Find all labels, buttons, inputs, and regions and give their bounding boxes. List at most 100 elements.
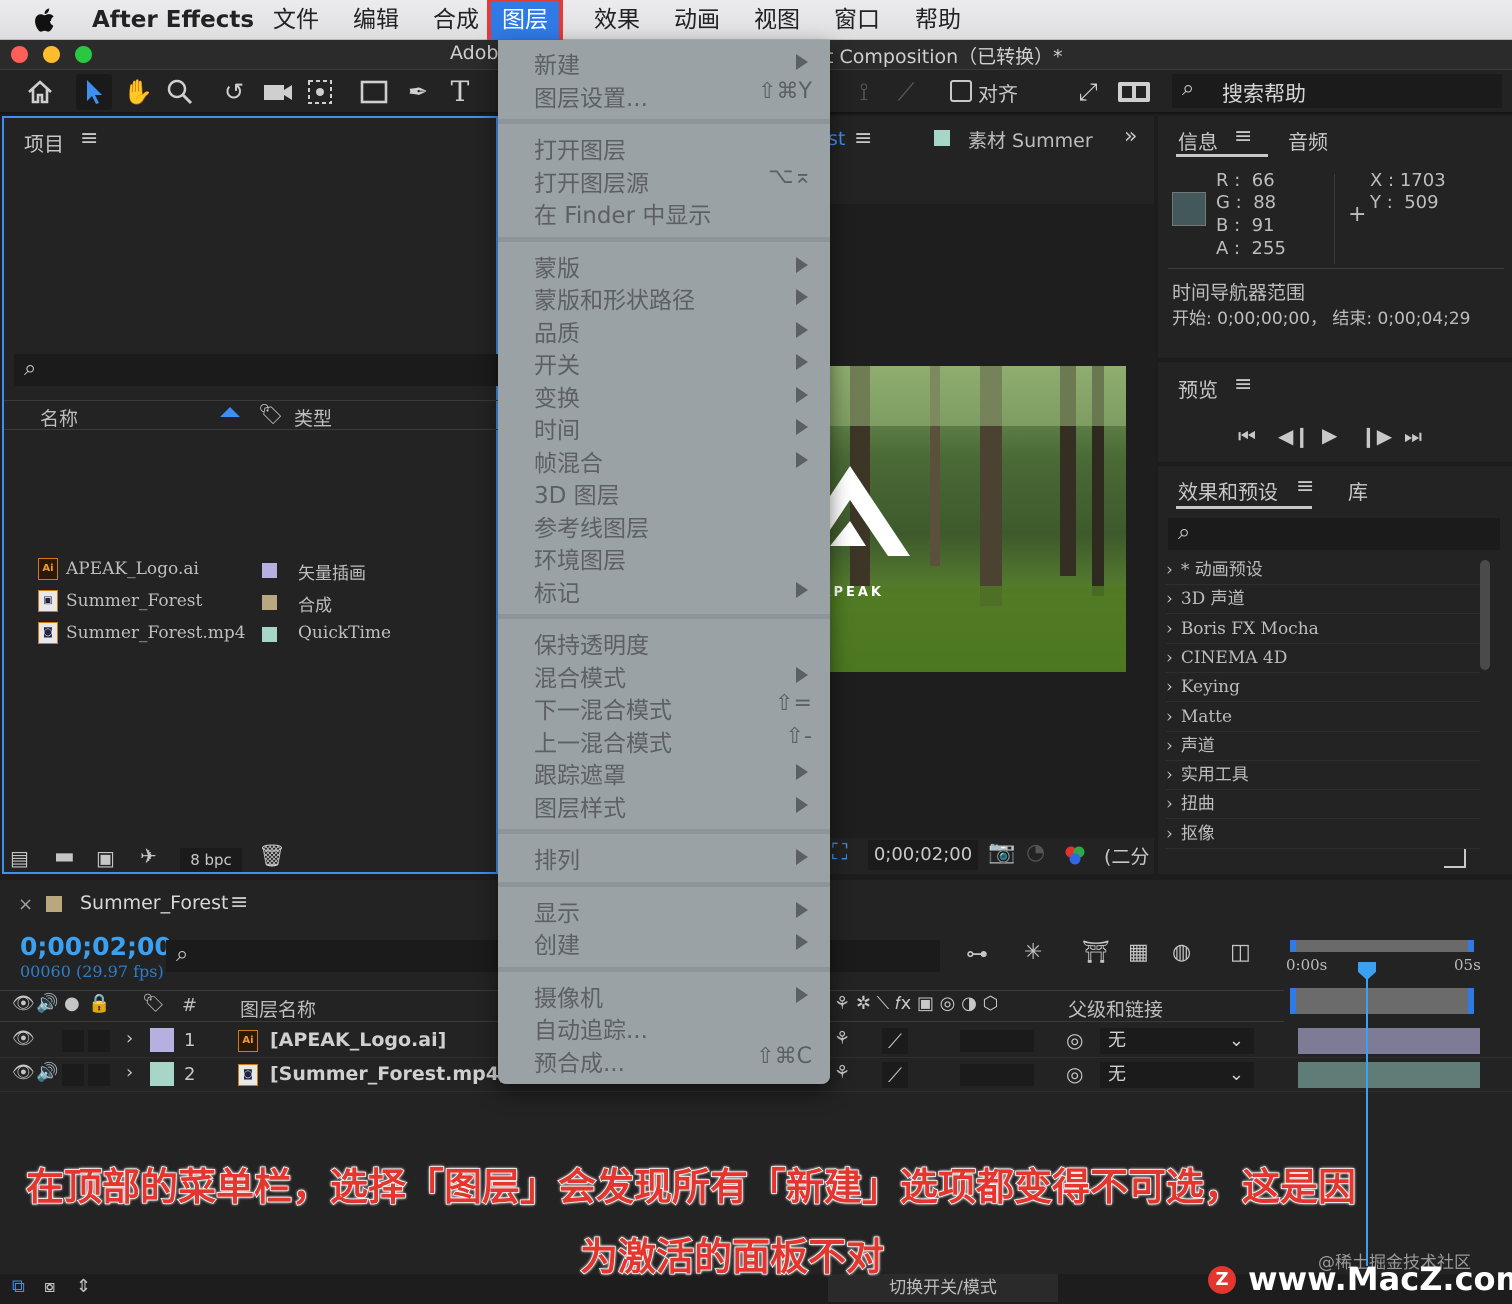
- layer-menu-item[interactable]: 参考线图层: [498, 509, 830, 542]
- layer-menu-item[interactable]: 在 Finder 中显示: [498, 196, 830, 229]
- camera-tool-icon[interactable]: [260, 74, 296, 110]
- expand-icon[interactable]: ⤢: [1070, 74, 1106, 110]
- effects-category-item[interactable]: › 3D 声道: [1166, 585, 1480, 615]
- work-area-bar[interactable]: [1290, 940, 1474, 952]
- draft-3d-icon[interactable]: ✳: [1024, 940, 1042, 965]
- panel-menu-icon[interactable]: ≡: [230, 890, 248, 915]
- label-swatch[interactable]: [262, 595, 277, 610]
- close-tab-icon[interactable]: ×: [18, 894, 33, 915]
- layer-menu-item[interactable]: 蒙版和形状路径: [498, 281, 830, 314]
- layer-menu-item[interactable]: 开关: [498, 346, 830, 379]
- eye-icon[interactable]: 👁: [12, 1028, 35, 1049]
- parent-dropdown[interactable]: 无 ⌄: [1100, 1062, 1254, 1088]
- timeline-comp-tab[interactable]: Summer_Forest: [80, 892, 228, 914]
- switch-slot[interactable]: [960, 1030, 1034, 1052]
- layer-menu-item[interactable]: 打开图层: [498, 131, 830, 164]
- layer-menu-item[interactable]: 图层样式: [498, 789, 830, 822]
- effects-category-item[interactable]: › CINEMA 4D: [1166, 644, 1480, 673]
- layer-name[interactable]: [APEAK_Logo.ai]: [270, 1029, 446, 1051]
- pen-tool-icon[interactable]: ✒: [400, 74, 436, 110]
- new-preset-icon[interactable]: [1444, 848, 1466, 868]
- effects-category-item[interactable]: › Boris FX Mocha: [1166, 615, 1480, 644]
- zoom-tool-icon[interactable]: [162, 74, 198, 110]
- shy-switch-icon[interactable]: ⚘: [834, 1028, 850, 1049]
- layer-menu-item[interactable]: 创建: [498, 926, 830, 959]
- home-icon[interactable]: [22, 74, 58, 110]
- effects-search-input[interactable]: ⌕: [1168, 518, 1500, 550]
- effects-category-item[interactable]: › Matte: [1166, 703, 1480, 732]
- panel-menu-icon[interactable]: ≡: [1234, 372, 1252, 397]
- project-item[interactable]: ▣ Summer_Forest 合成: [8, 586, 502, 618]
- more-tabs-icon[interactable]: »: [1124, 124, 1137, 149]
- layer-dropdown-menu[interactable]: 新建 图层设置... ⇧⌘Y 打开图层 打开图层源 ⌥⌅ 在 Finder 中显示 蒙版 蒙版和…: [498, 40, 830, 1084]
- quality-switch[interactable]: ⟋: [882, 1062, 908, 1088]
- next-frame-icon[interactable]: ❙▶: [1360, 424, 1392, 448]
- label-swatch[interactable]: [262, 627, 277, 642]
- expand-chevron-icon[interactable]: ›: [126, 1028, 133, 1049]
- bit-depth-button[interactable]: 8 bpc: [180, 848, 242, 872]
- menu-edit[interactable]: 编辑: [353, 0, 399, 40]
- menu-composition[interactable]: 合成: [433, 0, 479, 40]
- project-item[interactable]: Ai APEAK_Logo.ai 矢量插画: [8, 554, 502, 586]
- viewer-timecode[interactable]: 0;00;02;00: [868, 840, 978, 870]
- menu-layer[interactable]: 图层: [487, 0, 563, 43]
- snapping-checkbox[interactable]: [950, 80, 972, 102]
- layer-menu-item[interactable]: 排列: [498, 841, 830, 874]
- menu-app-name[interactable]: After Effects: [92, 0, 254, 40]
- effects-category-item[interactable]: › 扭曲: [1166, 790, 1480, 820]
- expand-chevron-icon[interactable]: ›: [126, 1062, 133, 1083]
- timeline-timecode[interactable]: 0;00;02;00: [20, 932, 172, 961]
- layer-menu-item[interactable]: 显示: [498, 894, 830, 927]
- pick-whip-icon[interactable]: ◎: [1066, 1028, 1083, 1052]
- layer-menu-item[interactable]: 帧混合: [498, 444, 830, 477]
- rotate-tool-icon[interactable]: ↺: [216, 74, 252, 110]
- workspace-icon[interactable]: [1116, 74, 1152, 110]
- previous-frame-icon[interactable]: ◀❙: [1278, 424, 1310, 448]
- panel-menu-icon[interactable]: ≡: [854, 126, 872, 151]
- panel-menu-icon[interactable]: ≡: [1234, 124, 1252, 149]
- project-panel-title[interactable]: 项目: [24, 128, 64, 157]
- effects-category-item[interactable]: › Keying: [1166, 673, 1480, 703]
- transfer-controls-icon[interactable]: ⧇: [44, 1276, 55, 1297]
- zoom-window-button[interactable]: [75, 46, 92, 63]
- menu-file[interactable]: 文件: [273, 0, 319, 40]
- quality-switch[interactable]: ⟋: [882, 1028, 908, 1054]
- selection-tool-icon[interactable]: [76, 74, 112, 110]
- play-icon[interactable]: ▶: [1322, 423, 1337, 447]
- close-window-button[interactable]: [11, 46, 28, 63]
- effects-category-item[interactable]: › 实用工具: [1166, 761, 1480, 791]
- work-area-range[interactable]: [1290, 988, 1474, 1014]
- frame-blending-icon[interactable]: ▦: [1128, 940, 1149, 965]
- lock-toggle[interactable]: [88, 1030, 110, 1052]
- layer-label-swatch[interactable]: [150, 1062, 174, 1086]
- menu-help[interactable]: 帮助: [915, 0, 961, 40]
- layer-menu-item[interactable]: 打开图层源 ⌥⌅: [498, 164, 830, 197]
- speaker-icon[interactable]: 🔊: [36, 1062, 58, 1083]
- minimize-window-button[interactable]: [43, 46, 60, 63]
- resolution-dropdown[interactable]: (二分: [1104, 842, 1149, 869]
- parent-dropdown[interactable]: 无 ⌄: [1100, 1028, 1254, 1054]
- layer-menu-item[interactable]: 预合成... ⇧⌘C: [498, 1044, 830, 1077]
- shy-layers-icon[interactable]: ⛩: [1082, 940, 1110, 965]
- tab-effects-presets[interactable]: 效果和预设: [1178, 476, 1278, 505]
- interpret-footage-icon[interactable]: ▤: [10, 846, 29, 870]
- show-snapshot-icon[interactable]: ◔: [1026, 840, 1045, 865]
- render-queue-icon[interactable]: ✈: [140, 844, 157, 868]
- tab-audio[interactable]: 音频: [1288, 126, 1328, 155]
- menu-effect[interactable]: 效果: [594, 0, 640, 40]
- region-of-interest-icon[interactable]: ⛶: [832, 840, 847, 865]
- rectangle-tool-icon[interactable]: [356, 74, 392, 110]
- last-frame-icon[interactable]: ⏭: [1404, 424, 1422, 448]
- layer-menu-item[interactable]: 标记: [498, 574, 830, 607]
- new-composition-icon[interactable]: ▣: [96, 846, 115, 870]
- project-panel[interactable]: 项目 ≡ ⌕ 名称 🏷 类型 Ai APEAK_Logo.ai 矢量插画 ▣ S…: [2, 116, 498, 874]
- solo-toggle[interactable]: [62, 1030, 84, 1052]
- switch-slot[interactable]: [960, 1064, 1034, 1086]
- panel-menu-icon[interactable]: ≡: [1296, 474, 1314, 499]
- layer-menu-item[interactable]: 3D 图层: [498, 476, 830, 509]
- effects-category-item[interactable]: › * 动画预设: [1166, 556, 1480, 585]
- shy-switch-icon[interactable]: ⚘: [834, 1062, 850, 1083]
- hand-tool-icon[interactable]: ✋: [120, 74, 156, 110]
- composition-flowchart-icon[interactable]: ⊶: [966, 942, 988, 967]
- layer-name[interactable]: [Summer_Forest.mp4]: [270, 1063, 508, 1085]
